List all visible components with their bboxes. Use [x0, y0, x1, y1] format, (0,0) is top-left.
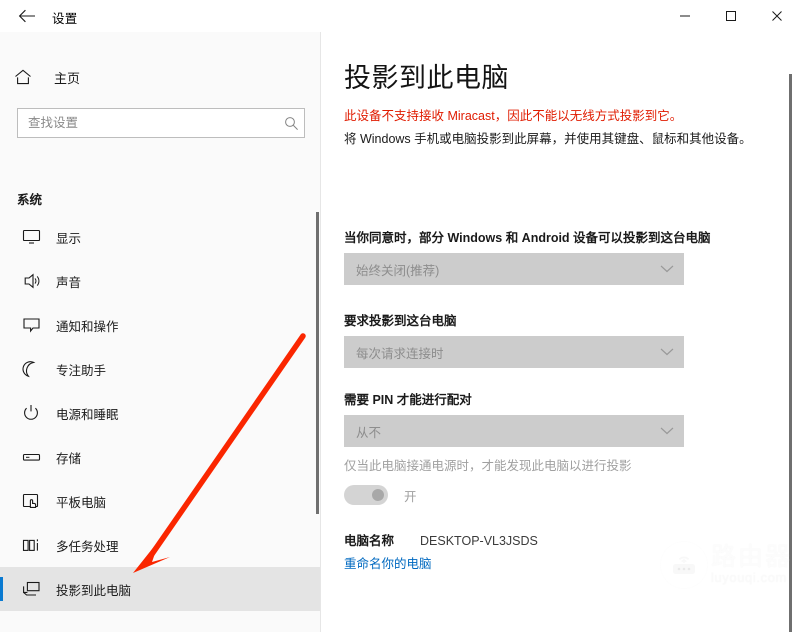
back-button[interactable] [10, 4, 44, 28]
sidebar-item-label: 多任务处理 [56, 539, 119, 554]
miracast-warning-text: 此设备不支持接收 Miracast，因此不能以无线方式投影到它。 [344, 109, 683, 123]
pc-name-label: 电脑名称 [344, 534, 395, 548]
close-icon [771, 10, 783, 22]
dropdown-value: 始终关闭(推荐) [356, 263, 440, 278]
ask-to-project-field: 要求投影到这台电脑 每次请求连接时 [344, 310, 784, 368]
sidebar-item-label: 显示 [56, 231, 82, 246]
close-button[interactable] [754, 0, 800, 32]
multitasking-panes-icon [18, 534, 44, 556]
minimize-icon [679, 10, 691, 22]
maximize-icon [725, 10, 737, 22]
sidebar-item-label: 平板电脑 [56, 495, 107, 510]
sidebar-scrollbar-thumb[interactable] [316, 212, 319, 514]
require-pin-field: 需要 PIN 才能进行配对 从不 [344, 389, 784, 447]
sidebar-item-projecting-to-this-pc[interactable]: 投影到此电脑 [0, 567, 320, 611]
home-icon [14, 69, 48, 85]
settings-sidebar: 主页 系统 显示 [0, 32, 321, 632]
chevron-down-icon [660, 427, 674, 436]
consent-projection-dropdown[interactable]: 始终关闭(推荐) [344, 253, 684, 285]
minimize-button[interactable] [662, 0, 708, 32]
window-controls [662, 0, 800, 32]
toggle-knob [372, 489, 384, 501]
sidebar-item-power-sleep[interactable]: 电源和睡眠 [0, 391, 320, 435]
sidebar-item-notifications[interactable]: 通知和操作 [0, 303, 320, 347]
power-discovery-toggle-row: 开 [344, 485, 417, 505]
settings-window: 设置 主页 查找设置 系统 显示 声音 通知和操作 专注助手 电源和睡眠 存储 … [0, 0, 800, 632]
search-box[interactable] [17, 108, 305, 138]
storage-drive-icon [18, 446, 44, 468]
consent-projection-field: 当你同意时，部分 Windows 和 Android 设备可以投影到这台电脑 始… [344, 227, 784, 285]
power-discovery-toggle[interactable] [344, 485, 388, 505]
maximize-button[interactable] [708, 0, 754, 32]
sidebar-item-tablet[interactable]: 平板电脑 [0, 479, 320, 523]
search-input[interactable] [28, 110, 278, 136]
field-label: 需要 PIN 才能进行配对 [344, 393, 472, 407]
dropdown-value: 每次请求连接时 [356, 346, 444, 361]
sidebar-item-label: 投影到此电脑 [56, 583, 132, 598]
sidebar-nav-list: 显示 声音 通知和操作 专注助手 电源和睡眠 存储 平板电脑 多任务处理 投影到… [0, 215, 320, 611]
sidebar-item-label: 电源和睡眠 [56, 407, 119, 422]
project-screen-icon [18, 578, 44, 600]
sidebar-item-focus-assist[interactable]: 专注助手 [0, 347, 320, 391]
pc-name-row: 电脑名称 DESKTOP-VL3JSDS [344, 530, 538, 549]
chevron-down-icon [660, 348, 674, 357]
power-requirement-note: 仅当此电脑接通电源时，才能发现此电脑以进行投影 [344, 459, 632, 473]
pc-name-value: DESKTOP-VL3JSDS [420, 534, 538, 548]
field-label: 当你同意时，部分 Windows 和 Android 设备可以投影到这台电脑 [344, 231, 711, 245]
field-label: 要求投影到这台电脑 [344, 314, 457, 328]
sidebar-item-label: 存储 [56, 451, 82, 466]
arrow-left-icon [18, 9, 36, 23]
rename-pc-link[interactable]: 重命名你的电脑 [344, 553, 432, 572]
sidebar-item-storage[interactable]: 存储 [0, 435, 320, 479]
main-scrollbar-thumb[interactable] [789, 74, 792, 632]
sidebar-item-label: 通知和操作 [56, 319, 119, 334]
ask-to-project-dropdown[interactable]: 每次请求连接时 [344, 336, 684, 368]
require-pin-dropdown[interactable]: 从不 [344, 415, 684, 447]
speaker-icon [18, 270, 44, 292]
window-titlebar: 设置 [0, 0, 800, 32]
dropdown-value: 从不 [356, 425, 382, 440]
toggle-state-label: 开 [404, 489, 417, 504]
moon-icon [18, 358, 44, 380]
tablet-hand-icon [18, 490, 44, 512]
monitor-icon [18, 226, 44, 248]
sidebar-item-display[interactable]: 显示 [0, 215, 320, 259]
chevron-down-icon [660, 265, 674, 274]
sidebar-item-label: 专注助手 [56, 363, 107, 378]
sidebar-item-home[interactable]: 主页 [0, 58, 320, 96]
power-icon [18, 402, 44, 424]
sidebar-section-title: 系统 [17, 193, 43, 207]
sidebar-item-label: 声音 [56, 275, 82, 290]
page-description: 将 Windows 手机或电脑投影到此屏幕，并使用其键盘、鼠标和其他设备。 [344, 132, 752, 146]
sidebar-home-label: 主页 [54, 70, 81, 86]
search-icon[interactable] [278, 116, 304, 131]
notification-bubble-icon [18, 314, 44, 336]
window-title: 设置 [52, 12, 78, 26]
sidebar-item-multitasking[interactable]: 多任务处理 [0, 523, 320, 567]
settings-main-panel: 投影到此电脑 此设备不支持接收 Miracast，因此不能以无线方式投影到它。 … [322, 32, 800, 632]
page-title: 投影到此电脑 [344, 63, 509, 93]
sidebar-item-sound[interactable]: 声音 [0, 259, 320, 303]
